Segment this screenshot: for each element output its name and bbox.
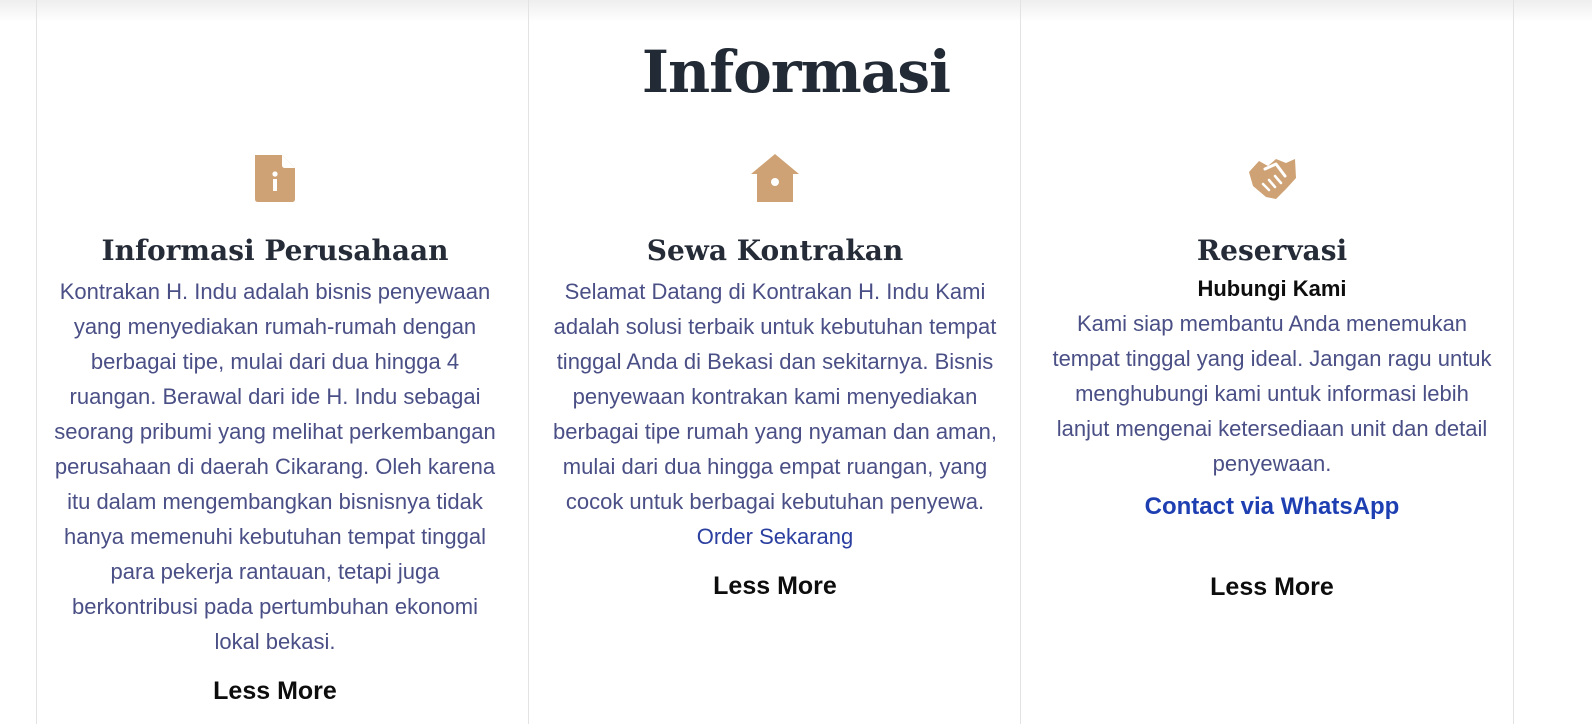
card-title: Sewa Kontrakan [646, 234, 904, 267]
order-now-link[interactable]: Order Sekarang [697, 524, 854, 549]
section-title: Informasi [641, 38, 951, 106]
card-description: Selamat Datang di Kontrakan H. Indu Kami… [552, 274, 998, 554]
card-title: Reservasi [1196, 234, 1348, 267]
info-card-company: Informasi Perusahaan Kontrakan H. Indu a… [50, 152, 500, 707]
less-more-button[interactable]: Less More [50, 675, 500, 707]
card-subtitle: Hubungi Kami [1197, 276, 1347, 301]
header-shadow [0, 0, 1592, 22]
card-description: Kontrakan H. Indu adalah bisnis penyewaa… [54, 279, 496, 654]
card-description-text: Selamat Datang di Kontrakan H. Indu Kami… [553, 279, 997, 514]
less-more-button[interactable]: Less More [552, 570, 998, 602]
file-info-icon [255, 155, 295, 202]
info-card-reservation: Reservasi Hubungi Kami Kami siap membant… [1052, 152, 1492, 603]
less-more-button[interactable]: Less More [1052, 571, 1492, 603]
card-title: Informasi Perusahaan [101, 234, 449, 267]
card-description: Kami siap membantu Anda menemukan tempat… [1052, 311, 1492, 476]
handshake-icon [1249, 159, 1296, 199]
whatsapp-contact-link[interactable]: Contact via WhatsApp [1052, 491, 1492, 523]
info-card-rental: Sewa Kontrakan Selamat Datang di Kontrak… [552, 152, 998, 602]
informasi-page: Informasi Informasi Perusahaan Kontrakan… [0, 0, 1592, 724]
house-icon [751, 154, 799, 202]
